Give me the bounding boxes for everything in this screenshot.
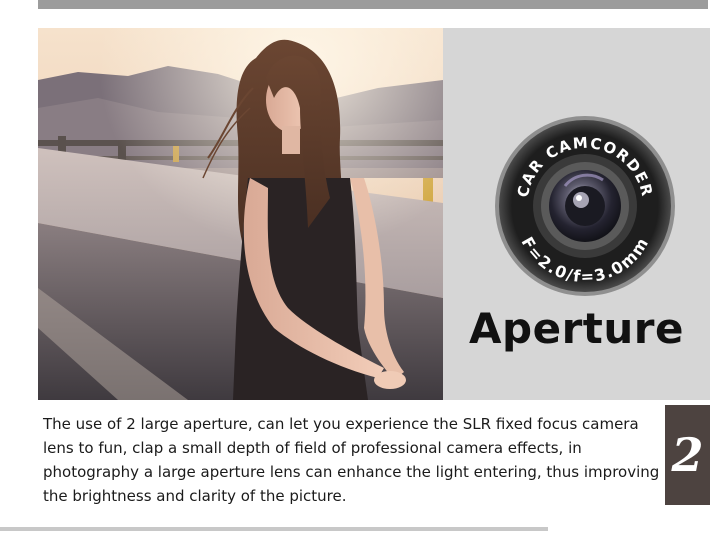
bottom-divider-line [0,527,548,531]
product-feature-page: CAR CAMCORDER F=2.0/f=3.0mm Aperture The… [0,0,720,538]
camera-lens-icon: CAR CAMCORDER F=2.0/f=3.0mm [493,114,677,298]
aperture-panel: CAR CAMCORDER F=2.0/f=3.0mm Aperture [443,28,710,400]
feature-description: The use of 2 large aperture, can let you… [43,415,660,505]
top-divider-bar [38,0,708,9]
sunset-portrait-image [38,28,443,400]
feature-photo [38,28,443,400]
feature-number-badge: 2 [665,405,710,505]
feature-number: 2 [671,428,704,482]
aperture-title: Aperture [469,304,684,353]
